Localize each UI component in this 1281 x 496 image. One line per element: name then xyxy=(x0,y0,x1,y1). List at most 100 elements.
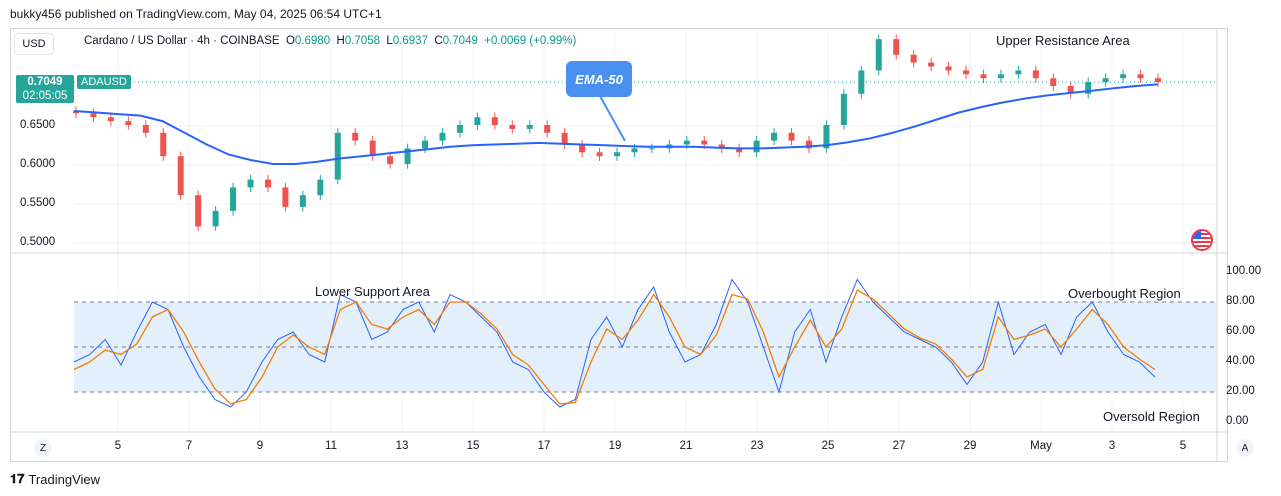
candle-body xyxy=(997,74,1004,79)
price-tick: 0.5000 xyxy=(20,236,56,248)
price-tick: 0.6000 xyxy=(20,158,56,170)
candle-body xyxy=(1032,70,1039,79)
candle-body xyxy=(90,113,97,118)
candle-body xyxy=(928,62,935,67)
candle-body xyxy=(456,125,463,133)
us-flag-icon[interactable] xyxy=(1191,229,1213,251)
close-label: C xyxy=(434,35,443,47)
candle-body xyxy=(1015,70,1022,75)
candle-body xyxy=(526,125,533,129)
candle-body xyxy=(195,195,202,227)
candle-body xyxy=(422,140,429,149)
time-tick: 11 xyxy=(325,440,337,452)
brand-footer: 𝟏𝟕 TradingView xyxy=(10,471,100,487)
candle-body xyxy=(212,210,219,227)
time-tick: 17 xyxy=(537,440,551,452)
candle-body xyxy=(980,74,987,79)
candle-body xyxy=(334,132,341,180)
close-value: 0.7049 xyxy=(442,35,478,47)
time-tick: 29 xyxy=(963,440,977,452)
candle-body xyxy=(1120,74,1127,79)
candle-body xyxy=(491,117,498,125)
chart-canvas[interactable] xyxy=(0,0,1281,496)
osc-tick: 40.00 xyxy=(1226,355,1255,367)
ticker-tag: ADAUSD xyxy=(77,75,131,89)
brand-name: TradingView xyxy=(28,471,101,487)
candle-body xyxy=(561,132,568,145)
candle-body xyxy=(177,156,184,196)
time-tick: 13 xyxy=(395,440,409,452)
candle-body xyxy=(282,187,289,207)
open-value: 0.6980 xyxy=(294,35,331,47)
last-price: 0.7049 xyxy=(27,76,63,88)
high-label: H xyxy=(336,35,345,47)
lower-support-label: Lower Support Area xyxy=(315,284,430,299)
candle-body xyxy=(893,39,900,55)
open-label: O xyxy=(285,35,295,47)
time-tick: May xyxy=(1030,440,1052,452)
time-tick: 25 xyxy=(821,440,835,452)
time-tick: 3 xyxy=(1108,440,1116,452)
low-value: 0.6937 xyxy=(392,35,428,47)
candle-body xyxy=(631,148,638,153)
candle-body xyxy=(596,152,603,157)
candle-body xyxy=(439,132,446,141)
candle-body xyxy=(107,117,114,122)
time-tick: 7 xyxy=(185,440,193,452)
candle-body xyxy=(125,121,132,125)
price-tick: 0.5500 xyxy=(20,197,56,209)
candle-body xyxy=(509,125,516,129)
osc-tick: 20.00 xyxy=(1226,385,1255,397)
bar-countdown: 02:05:05 xyxy=(22,90,68,102)
candle-body xyxy=(858,70,865,94)
time-tick: 27 xyxy=(892,440,906,452)
symbol-name: Cardano / US Dollar · 4h · COINBASE xyxy=(84,35,280,47)
currency-button[interactable]: USD xyxy=(14,33,54,55)
osc-tick: 80.00 xyxy=(1226,295,1255,307)
ema-callout-pointer xyxy=(599,95,626,142)
candle-body xyxy=(701,140,708,145)
last-price-tag: 0.7049 02:05:05 xyxy=(16,75,74,103)
candle-body xyxy=(788,132,795,141)
candle-body xyxy=(1155,78,1161,83)
candle-body xyxy=(160,132,167,157)
candle-body xyxy=(963,70,970,75)
candle-body xyxy=(840,93,847,125)
candle-body xyxy=(910,54,917,63)
candle-body xyxy=(352,132,359,141)
osc-tick: 60.00 xyxy=(1226,325,1255,337)
ema-callout: EMA-50 xyxy=(566,61,632,97)
symbol-legend: Cardano / US Dollar · 4h · COINBASE O0.6… xyxy=(84,35,576,47)
high-value: 0.7058 xyxy=(344,35,380,47)
candle-body xyxy=(771,132,778,141)
time-tick: 21 xyxy=(679,440,693,452)
tradingview-logo-icon: 𝟏𝟕 xyxy=(10,471,25,486)
time-tick: 5 xyxy=(1179,440,1187,452)
candle-body xyxy=(945,66,952,71)
candle-body xyxy=(317,179,324,196)
candle-body xyxy=(387,156,394,164)
time-tick: 15 xyxy=(466,440,480,452)
time-tick: 23 xyxy=(750,440,764,452)
time-tick: 19 xyxy=(608,440,622,452)
candle-body xyxy=(753,140,760,153)
candle-body xyxy=(1102,78,1109,83)
candle-body xyxy=(579,144,586,153)
candle-body xyxy=(683,140,690,145)
candle-body xyxy=(264,179,271,188)
overbought-label: Overbought Region xyxy=(1068,286,1181,301)
candle-body xyxy=(1050,78,1057,86)
upper-resistance-label: Upper Resistance Area xyxy=(996,33,1130,48)
candle-body xyxy=(142,125,149,133)
candle-body xyxy=(614,152,620,157)
candle-body xyxy=(544,125,551,133)
candle-body xyxy=(648,148,655,150)
candle-body xyxy=(1137,74,1144,79)
change-value: +0.0069 (+0.99%) xyxy=(484,35,577,47)
price-tick: 0.6500 xyxy=(20,119,56,131)
zoom-button[interactable]: Z xyxy=(34,439,52,457)
auto-scale-button[interactable]: A xyxy=(1236,439,1254,457)
candle-body xyxy=(230,187,237,211)
candle-body xyxy=(299,195,306,207)
osc-tick: 0.00 xyxy=(1226,415,1249,427)
